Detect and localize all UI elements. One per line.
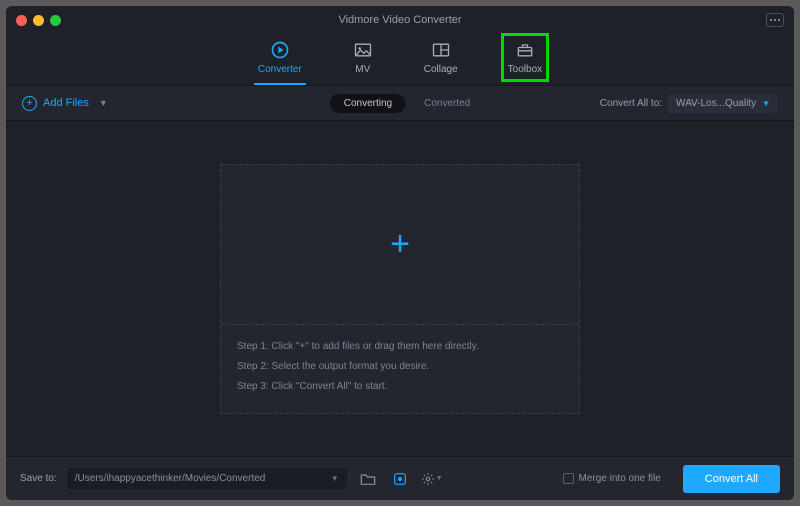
- tab-converting[interactable]: Converting: [330, 94, 406, 113]
- tab-label: Converter: [258, 64, 302, 75]
- chevron-down-icon: ▼: [436, 475, 443, 482]
- save-path-select[interactable]: /Users/ihappyacethinker/Movies/Converted…: [67, 468, 347, 489]
- chevron-down-icon: ▼: [762, 99, 770, 108]
- dropzone-steps: Step 1: Click "+" to add files or drag t…: [221, 325, 579, 413]
- app-window: Vidmore Video Converter Converter MV Col…: [6, 6, 794, 500]
- tab-label: Collage: [424, 64, 458, 75]
- overflow-menu-button[interactable]: [766, 13, 784, 27]
- minimize-window-button[interactable]: [33, 15, 44, 26]
- hardware-accel-button[interactable]: [389, 469, 411, 489]
- step-text: Step 3: Click "Convert All" to start.: [237, 377, 563, 397]
- tab-toolbox[interactable]: Toolbox: [508, 40, 542, 75]
- add-plus-icon[interactable]: +: [390, 225, 410, 264]
- chevron-down-icon: ▼: [331, 474, 339, 483]
- open-folder-button[interactable]: [357, 469, 379, 489]
- step-text: Step 1: Click "+" to add files or drag t…: [237, 337, 563, 357]
- tab-converted[interactable]: Converted: [424, 98, 470, 109]
- format-value: WAV-Los...Quality: [676, 98, 756, 109]
- sub-toolbar: + Add Files ▼ Converting Converted Conve…: [6, 85, 794, 121]
- merge-checkbox[interactable]: Merge into one file: [563, 473, 661, 484]
- convert-all-button[interactable]: Convert All: [683, 465, 780, 493]
- content-area: + Step 1: Click "+" to add files or drag…: [6, 121, 794, 456]
- merge-label: Merge into one file: [579, 473, 661, 484]
- step-text: Step 2: Select the output format you des…: [237, 357, 563, 377]
- tab-mv[interactable]: MV: [352, 40, 374, 75]
- close-window-button[interactable]: [16, 15, 27, 26]
- tab-label: Toolbox: [508, 64, 542, 75]
- output-format-select[interactable]: WAV-Los...Quality ▼: [668, 94, 778, 113]
- window-title: Vidmore Video Converter: [6, 14, 794, 26]
- save-to-label: Save to:: [20, 473, 57, 484]
- convert-all-to: Convert All to: WAV-Los...Quality ▼: [600, 94, 778, 113]
- add-files-button[interactable]: + Add Files ▼: [22, 96, 108, 111]
- save-path-value: /Users/ihappyacethinker/Movies/Converted: [75, 473, 266, 484]
- tab-label: MV: [355, 64, 370, 75]
- dropzone-add-area[interactable]: +: [221, 165, 579, 325]
- tab-collage[interactable]: Collage: [424, 40, 458, 75]
- footer-bar: Save to: /Users/ihappyacethinker/Movies/…: [6, 456, 794, 500]
- main-tab-bar: Converter MV Collage Toolbox: [6, 34, 794, 85]
- add-files-label: Add Files: [43, 97, 89, 109]
- collage-icon: [430, 40, 452, 60]
- mv-icon: [352, 40, 374, 60]
- settings-button[interactable]: ▼: [421, 469, 443, 489]
- converter-icon: [269, 40, 291, 60]
- status-tabs: Converting Converted: [330, 94, 471, 113]
- tab-converter[interactable]: Converter: [258, 40, 302, 75]
- toolbox-icon: [514, 40, 536, 60]
- dropzone[interactable]: + Step 1: Click "+" to add files or drag…: [220, 164, 580, 414]
- checkbox-icon: [563, 473, 574, 484]
- titlebar: Vidmore Video Converter: [6, 6, 794, 34]
- convert-all-to-label: Convert All to:: [600, 98, 662, 109]
- window-controls: [16, 15, 61, 26]
- plus-circle-icon: +: [22, 96, 37, 111]
- maximize-window-button[interactable]: [50, 15, 61, 26]
- chevron-down-icon[interactable]: ▼: [99, 98, 108, 108]
